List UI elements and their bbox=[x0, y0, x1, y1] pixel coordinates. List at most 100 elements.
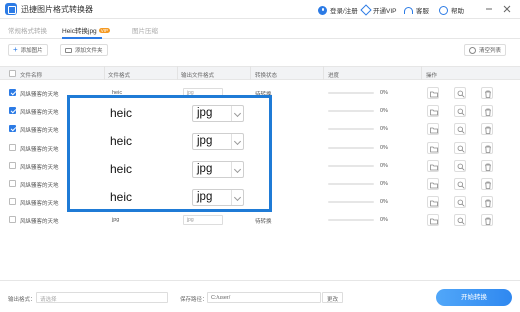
output-format-select[interactable]: jpg bbox=[183, 215, 223, 226]
tab-image-compress[interactable]: 图片压缩 bbox=[132, 25, 158, 35]
progress-percent: 0% bbox=[380, 108, 388, 115]
open-folder-button[interactable] bbox=[427, 105, 439, 118]
open-folder-button[interactable] bbox=[427, 159, 439, 172]
clear-list-label: 清空列表 bbox=[479, 48, 502, 54]
tab-regular-convert[interactable]: 常规格式转换 bbox=[8, 25, 47, 35]
overlay-output-value: jpg bbox=[197, 135, 213, 147]
preview-button[interactable] bbox=[454, 123, 466, 136]
service-label: 客服 bbox=[416, 8, 429, 15]
vip-label: 开通VIP bbox=[373, 8, 397, 15]
tab-label: Heic转换jpg bbox=[62, 28, 97, 35]
help-link[interactable]: 帮助 bbox=[439, 5, 464, 15]
row-checkbox[interactable] bbox=[9, 198, 16, 206]
select-all-checkbox[interactable] bbox=[9, 70, 16, 77]
close-icon[interactable] bbox=[502, 4, 512, 14]
progress-percent: 0% bbox=[380, 181, 388, 187]
trash-icon bbox=[485, 108, 491, 117]
row-checkbox[interactable] bbox=[9, 143, 16, 151]
save-path-value: C:/user/ bbox=[211, 295, 231, 301]
tab-heic-to-jpg[interactable]: Heic转换jpg VIP bbox=[62, 25, 110, 35]
login-link[interactable]: 登录/注册 bbox=[318, 5, 358, 15]
overlay-output-select[interactable]: jpg bbox=[192, 189, 244, 206]
progress-percent: 0% bbox=[380, 144, 388, 151]
overlay-output-select[interactable]: jpg bbox=[192, 105, 244, 122]
folder-icon bbox=[430, 164, 438, 171]
start-label: 开始转换 bbox=[461, 294, 487, 301]
change-path-button[interactable]: 更改 bbox=[322, 292, 344, 303]
progress-percent: 0% bbox=[380, 162, 388, 169]
delete-button[interactable] bbox=[481, 214, 493, 227]
chevron-down-icon bbox=[231, 134, 243, 149]
overlay-output-select[interactable]: jpg bbox=[192, 161, 244, 178]
tab-bar: 常规格式转换 Heic转换jpg VIP 图片压缩 bbox=[0, 19, 520, 39]
file-format: jpg bbox=[112, 217, 120, 224]
file-name: 风纵骚客的天地 bbox=[20, 92, 59, 98]
open-folder-button[interactable] bbox=[427, 123, 439, 136]
open-folder-button[interactable] bbox=[427, 214, 439, 227]
row-checkbox[interactable] bbox=[9, 89, 16, 96]
user-icon bbox=[318, 5, 327, 15]
open-folder-button[interactable] bbox=[427, 87, 439, 99]
delete-button[interactable] bbox=[481, 105, 493, 118]
open-folder-button[interactable] bbox=[427, 141, 439, 154]
preview-button[interactable] bbox=[454, 141, 466, 154]
progress-percent: 0% bbox=[380, 217, 388, 224]
output-format-select[interactable]: 请选择 bbox=[36, 292, 168, 303]
delete-button[interactable] bbox=[481, 87, 493, 99]
start-convert-button[interactable]: 开始转换 bbox=[436, 289, 512, 306]
delete-button[interactable] bbox=[481, 178, 493, 190]
magnifier-icon bbox=[457, 145, 465, 153]
file-name: 风纵骚客的天地 bbox=[20, 201, 59, 208]
column-divider bbox=[177, 66, 178, 80]
folder-icon bbox=[65, 47, 72, 53]
overlay-output-select[interactable]: jpg bbox=[192, 133, 244, 150]
add-folder-button[interactable]: 添加文件夹 bbox=[60, 44, 108, 56]
delete-button[interactable] bbox=[481, 141, 493, 154]
delete-button[interactable] bbox=[481, 123, 493, 136]
progress-bar bbox=[328, 219, 374, 222]
magnifier-icon bbox=[457, 217, 465, 225]
chevron-down-icon bbox=[231, 162, 243, 177]
overlay-format: heic bbox=[110, 162, 133, 176]
delete-button[interactable] bbox=[481, 196, 493, 209]
footer-bar: 输出格式： 请选择 保存路径： C:/user/ 更改 开始转换 bbox=[0, 280, 520, 312]
convert-status: 待转换 bbox=[255, 219, 272, 226]
login-label: 登录/注册 bbox=[330, 8, 358, 15]
trash-icon bbox=[485, 181, 491, 189]
trash-icon bbox=[485, 126, 491, 135]
save-path-label: 保存路径： bbox=[180, 297, 208, 303]
output-format-label: 输出格式： bbox=[8, 297, 36, 303]
preview-button[interactable] bbox=[454, 105, 466, 118]
preview-button[interactable] bbox=[454, 214, 466, 227]
open-folder-button[interactable] bbox=[427, 196, 439, 209]
row-checkbox[interactable] bbox=[9, 180, 16, 187]
save-path-field[interactable]: C:/user/ bbox=[207, 292, 321, 303]
preview-button[interactable] bbox=[454, 196, 466, 209]
clear-icon bbox=[469, 46, 476, 54]
header-output-format: 输出文件格式 bbox=[181, 73, 215, 79]
magnifier-icon bbox=[457, 163, 465, 171]
file-name: 风纵骚客的天地 bbox=[20, 146, 59, 153]
row-checkbox[interactable] bbox=[9, 161, 16, 169]
file-name: 风纵骚客的天地 bbox=[20, 164, 59, 171]
row-checkbox[interactable] bbox=[9, 216, 16, 224]
open-folder-button[interactable] bbox=[427, 178, 439, 190]
add-image-label: 添加图片 bbox=[20, 48, 43, 54]
delete-button[interactable] bbox=[481, 159, 493, 172]
add-image-button[interactable]: + 添加图片 bbox=[8, 44, 48, 56]
row-checkbox[interactable] bbox=[9, 125, 16, 133]
file-name: 风纵骚客的天地 bbox=[20, 110, 59, 117]
preview-button[interactable] bbox=[454, 178, 466, 190]
column-divider bbox=[250, 66, 251, 80]
minimize-icon[interactable] bbox=[484, 4, 494, 14]
preview-button[interactable] bbox=[454, 87, 466, 99]
file-name: 风纵骚客的天地 bbox=[20, 183, 59, 189]
vip-link[interactable]: 开通VIP bbox=[360, 4, 397, 16]
vip-badge: VIP bbox=[98, 28, 110, 33]
preview-button[interactable] bbox=[454, 159, 466, 172]
row-checkbox[interactable] bbox=[9, 107, 16, 115]
service-link[interactable]: 客服 bbox=[404, 5, 429, 15]
overlay-output-value: jpg bbox=[197, 191, 213, 203]
clear-list-button[interactable]: 清空列表 bbox=[464, 44, 507, 56]
tab-label: 常规格式转换 bbox=[8, 28, 47, 35]
